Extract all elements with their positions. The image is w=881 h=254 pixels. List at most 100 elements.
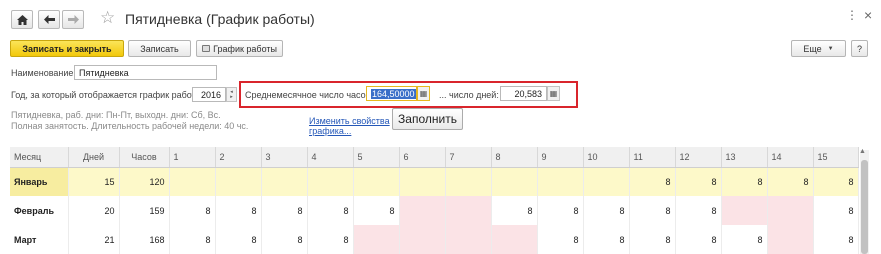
fill-button[interactable]: Заполнить	[392, 108, 463, 130]
save-and-close-button[interactable]: Записать и закрыть	[10, 40, 124, 57]
days-cell[interactable]: 20	[68, 196, 120, 225]
day-cell[interactable]: 8	[721, 225, 768, 254]
month-cell[interactable]: Январь	[10, 167, 69, 196]
scroll-up-icon[interactable]: ▲	[859, 148, 866, 155]
day-cell[interactable]: 8	[307, 196, 354, 225]
hours-cell[interactable]: 168	[119, 225, 170, 254]
day-cell[interactable]: 8	[491, 196, 538, 225]
column-header[interactable]: 5	[353, 147, 400, 168]
day-cell[interactable]: 8	[721, 167, 768, 196]
day-cell[interactable]	[261, 167, 308, 196]
favorite-star-icon[interactable]: ☆	[100, 8, 115, 28]
forward-button[interactable]	[62, 10, 84, 29]
day-cell[interactable]: 8	[675, 167, 722, 196]
day-cell[interactable]: 8	[537, 196, 584, 225]
day-cell[interactable]: 8	[583, 225, 630, 254]
column-header[interactable]: Дней	[68, 147, 120, 168]
day-cell[interactable]	[721, 196, 768, 225]
days-cell[interactable]: 15	[68, 167, 120, 196]
day-cell[interactable]: 8	[767, 167, 814, 196]
column-header[interactable]: 12	[675, 147, 722, 168]
hours-cell[interactable]: 159	[119, 196, 170, 225]
day-cell[interactable]	[399, 196, 446, 225]
column-header[interactable]: 1	[169, 147, 216, 168]
column-header[interactable]: 15	[813, 147, 859, 168]
day-cell[interactable]: 8	[583, 196, 630, 225]
day-cell[interactable]: 8	[813, 225, 859, 254]
day-cell[interactable]: 8	[261, 196, 308, 225]
window-menu-icon[interactable]: ⋮	[846, 8, 858, 22]
day-cell[interactable]: 8	[215, 196, 262, 225]
column-header[interactable]: 7	[445, 147, 492, 168]
day-cell[interactable]: 8	[169, 225, 216, 254]
day-cell[interactable]	[215, 167, 262, 196]
day-cell[interactable]	[491, 167, 538, 196]
day-cell[interactable]	[353, 225, 400, 254]
day-cell[interactable]: 8	[629, 196, 676, 225]
day-cell[interactable]	[307, 167, 354, 196]
day-cell[interactable]: 8	[353, 196, 400, 225]
day-cell[interactable]: 8	[537, 225, 584, 254]
day-cell[interactable]	[767, 196, 814, 225]
day-cell[interactable]: 8	[813, 167, 859, 196]
avg-hours-calculator-button[interactable]: ▦	[417, 86, 430, 101]
column-header[interactable]: 14	[767, 147, 814, 168]
change-schedule-properties-link-line2[interactable]: графика...	[309, 126, 351, 136]
day-cell[interactable]	[169, 167, 216, 196]
day-cell[interactable]: 8	[307, 225, 354, 254]
year-stepper[interactable]: ◂ ▸	[226, 87, 237, 102]
hours-cell[interactable]: 120	[119, 167, 170, 196]
schedule-button-label: График работы	[213, 43, 277, 54]
day-cell[interactable]	[445, 196, 492, 225]
day-cell[interactable]: 8	[261, 225, 308, 254]
column-header[interactable]: 11	[629, 147, 676, 168]
column-header[interactable]: 6	[399, 147, 446, 168]
day-cell[interactable]	[353, 167, 400, 196]
days-cell[interactable]: 21	[68, 225, 120, 254]
day-cell[interactable]: 8	[629, 167, 676, 196]
day-cell[interactable]: 8	[813, 196, 859, 225]
day-cell[interactable]: 8	[215, 225, 262, 254]
day-cell[interactable]	[399, 225, 446, 254]
help-button[interactable]: ?	[851, 40, 868, 57]
day-cell[interactable]	[445, 225, 492, 254]
day-cell[interactable]	[767, 225, 814, 254]
schedule-description-line1: Пятидневка, раб. дни: Пн-Пт, выходн. дни…	[11, 110, 221, 120]
days-calculator-button[interactable]: ▦	[547, 86, 560, 101]
name-input[interactable]: Пятидневка	[74, 65, 217, 80]
days-input[interactable]: 20,583	[500, 86, 547, 101]
day-cell[interactable]: 8	[629, 225, 676, 254]
day-cell[interactable]	[537, 167, 584, 196]
column-header[interactable]: 4	[307, 147, 354, 168]
save-button[interactable]: Записать	[128, 40, 191, 57]
home-button[interactable]	[11, 10, 33, 29]
day-cell[interactable]: 8	[675, 225, 722, 254]
table-row[interactable]: Январь 15 120 8 8 8 8 8	[10, 167, 859, 196]
table-row[interactable]: Март 21 168 8 8 8 8 8 8 8 8 8 8	[10, 225, 859, 254]
column-header[interactable]: 9	[537, 147, 584, 168]
schedule-button[interactable]: График работы	[196, 40, 283, 57]
column-header[interactable]: 8	[491, 147, 538, 168]
back-button[interactable]	[38, 10, 60, 29]
avg-hours-input[interactable]: 164,50000	[366, 86, 417, 101]
month-cell[interactable]: Март	[10, 225, 69, 254]
column-header[interactable]: 3	[261, 147, 308, 168]
day-cell[interactable]: 8	[169, 196, 216, 225]
day-cell[interactable]	[583, 167, 630, 196]
change-schedule-properties-link-line1[interactable]: Изменить свойства	[309, 116, 390, 126]
table-row[interactable]: Февраль 20 159 8 8 8 8 8 8 8 8 8 8 8	[10, 196, 859, 225]
column-header[interactable]: 10	[583, 147, 630, 168]
month-cell[interactable]: Февраль	[10, 196, 69, 225]
more-button[interactable]: Еще ▼	[791, 40, 846, 57]
day-cell[interactable]	[445, 167, 492, 196]
column-header[interactable]: Часов	[119, 147, 170, 168]
year-input[interactable]: 2016	[192, 87, 226, 102]
day-cell[interactable]	[491, 225, 538, 254]
column-header[interactable]: 2	[215, 147, 262, 168]
column-header[interactable]: 13	[721, 147, 768, 168]
day-cell[interactable]	[399, 167, 446, 196]
close-icon[interactable]: ×	[864, 7, 872, 23]
scrollbar-thumb[interactable]	[861, 160, 868, 254]
day-cell[interactable]: 8	[675, 196, 722, 225]
column-header[interactable]: Месяц	[10, 147, 69, 168]
